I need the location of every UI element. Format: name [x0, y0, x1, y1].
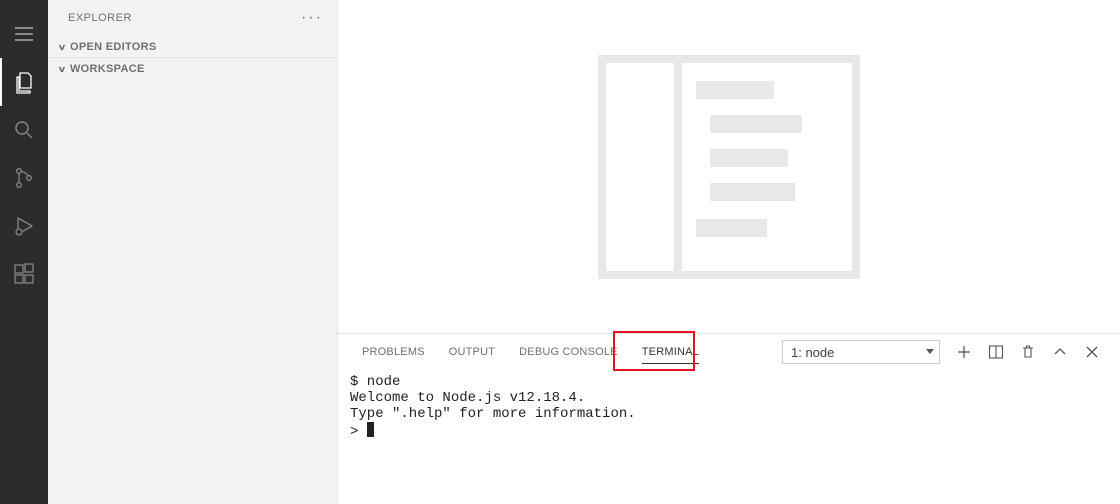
panel-actions: [782, 340, 1100, 364]
placeholder-line: [710, 115, 802, 133]
close-icon: [1084, 344, 1100, 360]
section-open-editors[interactable]: ∨ OPEN EDITORS: [48, 36, 337, 58]
activity-scm[interactable]: [0, 154, 48, 202]
tab-debug-console[interactable]: DEBUG CONSOLE: [507, 334, 630, 370]
extensions-icon: [12, 262, 36, 286]
kill-terminal-button[interactable]: [1020, 344, 1036, 360]
section-label: OPEN EDITORS: [70, 41, 157, 53]
terminal-select-wrap[interactable]: [782, 340, 940, 364]
bottom-panel: PROBLEMS OUTPUT DEBUG CONSOLE TERMINAL: [338, 334, 1120, 504]
activity-debug[interactable]: [0, 202, 48, 250]
close-panel-button[interactable]: [1084, 344, 1100, 360]
main-area: PROBLEMS OUTPUT DEBUG CONSOLE TERMINAL: [338, 0, 1120, 504]
new-terminal-button[interactable]: [956, 344, 972, 360]
sidebar-more-button[interactable]: ···: [301, 9, 323, 27]
editor-area: [338, 0, 1120, 334]
split-icon: [988, 344, 1004, 360]
menu-icon: [12, 22, 36, 46]
tab-output[interactable]: OUTPUT: [437, 334, 507, 370]
panel-tabs: PROBLEMS OUTPUT DEBUG CONSOLE TERMINAL: [338, 334, 1120, 370]
activity-bar: [0, 0, 48, 504]
terminal-cursor: [367, 422, 374, 437]
trash-icon: [1020, 344, 1036, 360]
chevron-down-icon: ∨: [54, 42, 70, 52]
source-control-icon: [12, 166, 36, 190]
split-terminal-button[interactable]: [988, 344, 1004, 360]
terminal-line: $ node: [350, 374, 400, 390]
placeholder-line: [696, 81, 774, 99]
terminal-body[interactable]: $ node Welcome to Node.js v12.18.4. Type…: [338, 370, 1120, 504]
sidebar-header: EXPLORER ···: [48, 0, 337, 36]
empty-editor-placeholder: [598, 55, 860, 279]
maximize-panel-button[interactable]: [1052, 344, 1068, 360]
menu-button[interactable]: [0, 10, 48, 58]
chevron-up-icon: [1052, 344, 1068, 360]
sidebar: EXPLORER ··· ∨ OPEN EDITORS ∨ WORKSPACE: [48, 0, 338, 504]
terminal-prompt: >: [350, 424, 367, 440]
debug-icon: [12, 214, 36, 238]
plus-icon: [956, 344, 972, 360]
terminal-line: Welcome to Node.js v12.18.4.: [350, 390, 585, 406]
files-icon: [12, 70, 36, 94]
placeholder-line: [710, 183, 795, 201]
chevron-down-icon: ∨: [54, 64, 70, 74]
sidebar-title: EXPLORER: [68, 12, 132, 24]
placeholder-content: [682, 63, 852, 271]
activity-search[interactable]: [0, 106, 48, 154]
placeholder-sidebar: [606, 63, 674, 271]
placeholder-line: [710, 149, 788, 167]
terminal-line: Type ".help" for more information.: [350, 406, 636, 422]
section-workspace[interactable]: ∨ WORKSPACE: [48, 58, 337, 80]
activity-explorer[interactable]: [0, 58, 48, 106]
section-label: WORKSPACE: [70, 63, 145, 75]
activity-extensions[interactable]: [0, 250, 48, 298]
placeholder-line: [696, 219, 767, 237]
tab-terminal[interactable]: TERMINAL: [630, 334, 711, 370]
terminal-select[interactable]: [782, 340, 940, 364]
search-icon: [12, 118, 36, 142]
tab-problems[interactable]: PROBLEMS: [350, 334, 437, 370]
